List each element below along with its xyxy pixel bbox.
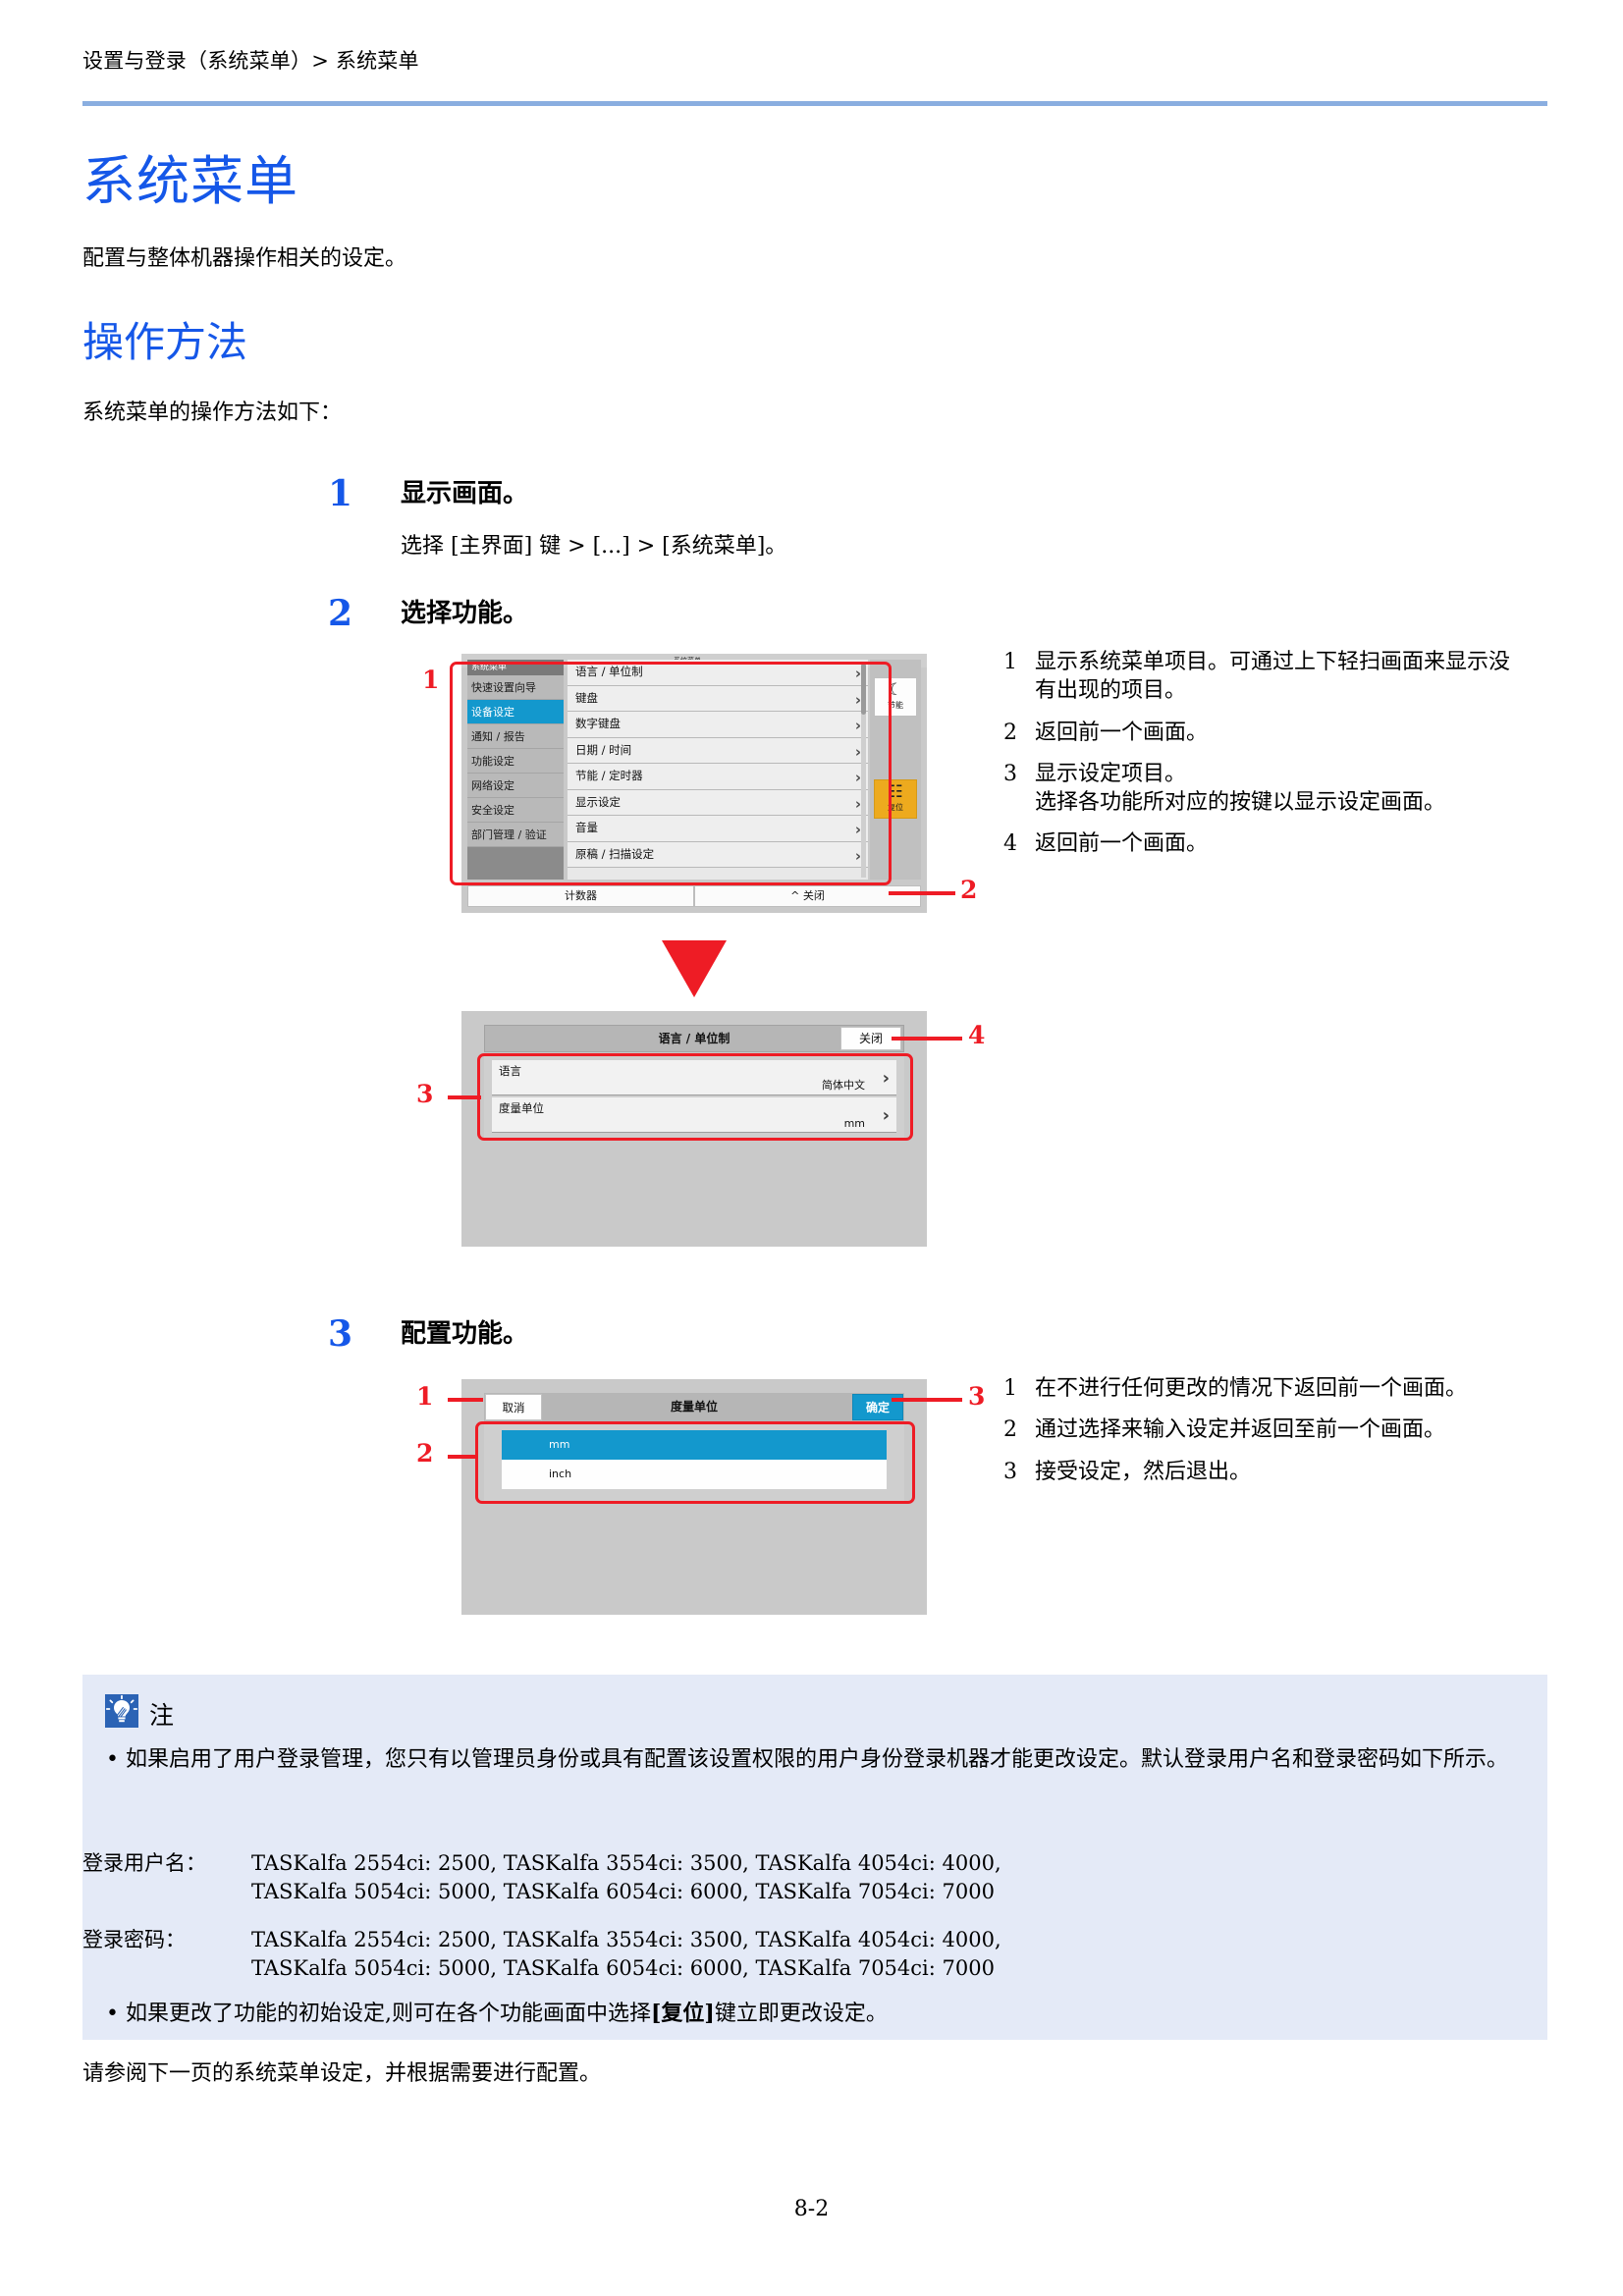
callout-leader-line-2b (448, 1455, 477, 1459)
note-bullet-2-key: [复位] (650, 2001, 715, 2026)
annotation-text: 接受设定，然后退出。 (1035, 1459, 1252, 1484)
note-username-block: 登录用户名： TASKalfa 2554ci: 2500, TASKalfa 3… (82, 1849, 1500, 1907)
step-1-number: 1 (328, 473, 353, 514)
step-2-title: 选择功能。 (401, 599, 529, 628)
callout-number-4: 4 (968, 1021, 986, 1049)
chevron-up-icon: ^ (790, 889, 800, 902)
annotation-item: 3 显示设定项目。 选择各功能所对应的按键以显示设定画面。 (1003, 760, 1514, 818)
note-bullet-2-pre: 如果更改了功能的初始设定,则可在各个功能画面中选择 (125, 2002, 651, 2026)
note-callout-box: 注 • 如果启用了用户登录管理，您只有以管理员身份或具有配置该设置权限的用户身份… (82, 1675, 1547, 2040)
annotation-text: 返回前一个画面。 (1035, 831, 1209, 857)
note-username-line-1: TASKalfa 2554ci: 2500, TASKalfa 3554ci: … (251, 1851, 1001, 1875)
annotation-text: 通过选择来输入设定并返回至前一个画面。 (1035, 1417, 1446, 1443)
closing-paragraph: 请参阅下一页的系统菜单设定，并根据需要进行配置。 (82, 2061, 602, 2086)
callout-number-2: 2 (960, 876, 978, 904)
note-bullet-2: • 如果更改了功能的初始设定,则可在各个功能画面中选择[复位]键立即更改设定。 (106, 1999, 1524, 2029)
step-2-number: 2 (328, 593, 353, 634)
callout-leader-line-3 (448, 1095, 481, 1099)
annotation-text: 返回前一个画面。 (1035, 720, 1209, 745)
annotation-index: 3 (1003, 1459, 1017, 1484)
annotation-index: 1 (1003, 650, 1017, 674)
callout-leader-line-4 (892, 1037, 962, 1041)
annotation-item: 4 返回前一个画面。 (1003, 829, 1514, 858)
close-button[interactable]: ^ 关闭 (694, 885, 921, 907)
header-divider (82, 101, 1547, 106)
annotation-index: 2 (1003, 1417, 1017, 1443)
note-bullet-marker: • (106, 1747, 126, 1772)
annotation-index: 4 (1003, 831, 1017, 857)
note-username-label: 登录用户名： (82, 1851, 206, 1875)
callout-number-3: 3 (416, 1080, 434, 1108)
annotation-index: 1 (1003, 1376, 1017, 1401)
note-bullet-1: • 如果启用了用户登录管理，您只有以管理员身份或具有配置该设置权限的用户身份登录… (106, 1745, 1524, 1775)
close-button-label: 关闭 (802, 889, 825, 902)
annotation-index: 3 (1003, 761, 1017, 786)
screen3-cancel-button[interactable]: 取消 (485, 1394, 542, 1420)
annotation-item: 2 通过选择来输入设定并返回至前一个画面。 (1003, 1415, 1514, 1444)
callout-number-3b: 3 (968, 1382, 986, 1411)
note-password-line-1: TASKalfa 2554ci: 2500, TASKalfa 3554ci: … (251, 1928, 1001, 1951)
note-password-block: 登录密码： TASKalfa 2554ci: 2500, TASKalfa 35… (82, 1926, 1500, 1984)
note-password-line-2: TASKalfa 5054ci: 5000, TASKalfa 6054ci: … (251, 1956, 995, 1981)
step-1-title: 显示画面。 (401, 479, 529, 508)
screen1-footer: 计数器 ^ 关闭 (467, 885, 921, 907)
screen3-title: 度量单位 (670, 1400, 718, 1414)
annotation-text: 显示系统菜单项目。可通过上下轻扫画面来显示没有出现的项目。 (1035, 650, 1511, 704)
page-title: 系统菜单 (82, 150, 298, 212)
callout-number-1: 1 (422, 666, 440, 694)
step-3-number: 3 (328, 1313, 353, 1355)
step-3-title: 配置功能。 (401, 1319, 529, 1349)
page-number: 8-2 (793, 2197, 830, 2221)
annotation-item: 1 显示系统菜单项目。可通过上下轻扫画面来显示没有出现的项目。 (1003, 648, 1514, 706)
annotation-item: 3 接受设定，然后退出。 (1003, 1458, 1514, 1486)
screen3-annotation-list: 1 在不进行任何更改的情况下返回前一个画面。 2 通过选择来输入设定并返回至前一… (1003, 1374, 1514, 1499)
section-heading: 操作方法 (82, 318, 248, 366)
step-1-body: 选择 [主界面] 键 > [...] > [系统菜单]。 (401, 534, 787, 559)
screen2-titlebar: 语言 / 单位制 关闭 (484, 1025, 904, 1052)
note-password-indent (82, 1954, 251, 1983)
document-page: 设置与登录（系统菜单）> 系统菜单 系统菜单 配置与整体机器操作相关的设定。 操… (0, 0, 1623, 2296)
note-bullet-2-post: 键立即更改设定。 (714, 2002, 888, 2026)
note-lightbulb-icon (105, 1694, 138, 1728)
counter-button[interactable]: 计数器 (467, 885, 694, 907)
annotation-item: 1 在不进行任何更改的情况下返回前一个画面。 (1003, 1374, 1514, 1403)
callout-leader-line-1b (448, 1398, 483, 1402)
note-bullet-marker: • (106, 2002, 126, 2026)
callout-leader-line-2 (889, 891, 955, 895)
annotation-text: 显示设定项目。 选择各功能所对应的按键以显示设定画面。 (1035, 761, 1446, 815)
callout-number-2b: 2 (416, 1439, 434, 1468)
note-title: 注 (149, 1701, 175, 1730)
note-username-line-2: TASKalfa 5054ci: 5000, TASKalfa 6054ci: … (251, 1880, 995, 1904)
callout-leader-line-3b (892, 1398, 962, 1402)
annotation-text: 在不进行任何更改的情况下返回前一个画面。 (1035, 1376, 1468, 1401)
screen3-titlebar: 度量单位 取消 确定 (484, 1393, 904, 1422)
flow-arrow-down-icon (662, 940, 727, 997)
section-lead: 系统菜单的操作方法如下： (82, 400, 343, 425)
callout-box-screen1-list (450, 662, 892, 885)
note-bullet-1-text: 如果启用了用户登录管理，您只有以管理员身份或具有配置该设置权限的用户身份登录机器… (125, 1747, 1508, 1772)
note-password-label: 登录密码： (82, 1928, 186, 1951)
note-username-indent (82, 1878, 251, 1906)
callout-box-screen2-panel (477, 1053, 913, 1141)
page-intro: 配置与整体机器操作相关的设定。 (82, 246, 407, 271)
callout-number-1b: 1 (416, 1382, 434, 1411)
annotation-index: 2 (1003, 720, 1017, 745)
screen1-annotation-list: 1 显示系统菜单项目。可通过上下轻扫画面来显示没有出现的项目。 2 返回前一个画… (1003, 648, 1514, 872)
callout-box-screen3-options (475, 1421, 915, 1504)
breadcrumb: 设置与登录（系统菜单）> 系统菜单 (82, 49, 419, 73)
annotation-item: 2 返回前一个画面。 (1003, 719, 1514, 747)
